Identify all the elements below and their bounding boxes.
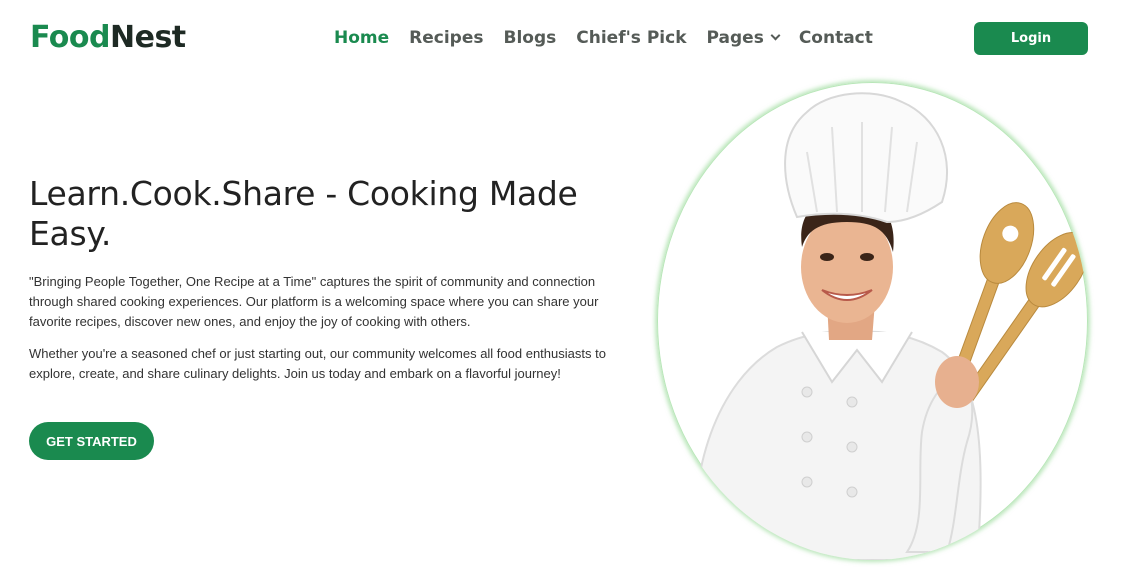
login-button[interactable]: Login bbox=[974, 22, 1088, 55]
chef-illustration bbox=[694, 92, 1088, 560]
main-nav: Home Recipes Blogs Chief's Pick Pages Co… bbox=[334, 26, 893, 50]
nav-item-label: Chief's Pick bbox=[576, 28, 687, 48]
brand-logo-part1: Food bbox=[30, 20, 110, 55]
nav-item-label: Pages bbox=[706, 28, 764, 48]
nav-item-label: Home bbox=[334, 28, 390, 48]
hero-paragraph-1: "Bringing People Together, One Recipe at… bbox=[29, 274, 599, 329]
nav-item-label: Blogs bbox=[503, 28, 557, 48]
get-started-button[interactable]: GET STARTED bbox=[29, 422, 154, 460]
nav-item-chiefs-pick[interactable]: Chief's Pick bbox=[576, 26, 686, 50]
chevron-down-icon bbox=[770, 30, 781, 41]
hero-title: Learn.Cook.Share - Cooking Made Easy. bbox=[29, 174, 578, 253]
nav-item-blogs[interactable]: Blogs bbox=[504, 26, 557, 50]
nav-item-pages[interactable]: Pages bbox=[706, 26, 781, 50]
nav-item-label: Recipes bbox=[409, 28, 484, 48]
hero-paragraph-2: Whether you're a seasoned chef or just s… bbox=[29, 346, 606, 381]
brand-logo-part2: Nest bbox=[109, 20, 186, 55]
nav-item-contact[interactable]: Contact bbox=[799, 26, 873, 50]
nav-item-recipes[interactable]: Recipes bbox=[409, 26, 483, 50]
nav-item-label: Contact bbox=[798, 28, 873, 48]
hero-chef-image bbox=[657, 82, 1088, 560]
brand-logo[interactable]: FoodNest bbox=[30, 18, 186, 58]
nav-item-home[interactable]: Home bbox=[334, 26, 389, 50]
